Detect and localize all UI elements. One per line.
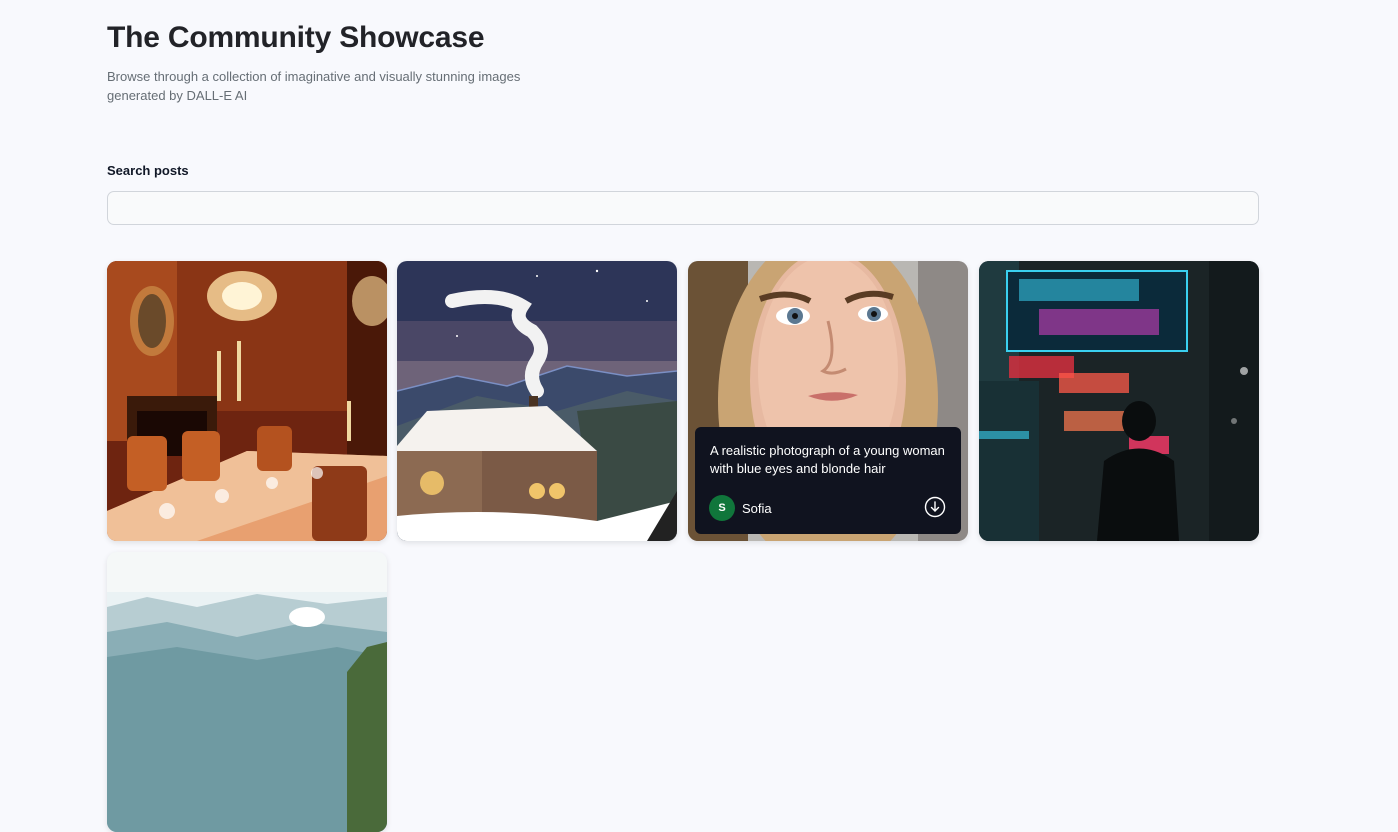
post-card[interactable] [397, 261, 677, 541]
post-info-overlay: A realistic photograph of a young woman … [695, 427, 961, 534]
post-image-mountain-landscape [107, 552, 387, 832]
search-input[interactable] [107, 191, 1259, 225]
post-card[interactable]: A realistic photograph of a young woman … [688, 261, 968, 541]
post-author: S Sofia [709, 495, 772, 521]
post-card[interactable] [107, 552, 387, 832]
page-subtitle: Browse through a collection of imaginati… [107, 69, 521, 103]
search-label: Search posts [107, 163, 189, 178]
post-card[interactable] [979, 261, 1259, 541]
download-icon[interactable] [924, 496, 946, 518]
post-image-neon-street [979, 261, 1259, 541]
avatar: S [709, 495, 735, 521]
post-image-snowy-cabin [397, 261, 677, 541]
page-title: The Community Showcase [107, 21, 485, 54]
post-card[interactable] [107, 261, 387, 541]
author-name: Sofia [742, 500, 772, 516]
post-image-dining-room [107, 261, 387, 541]
post-prompt: A realistic photograph of a young woman … [710, 443, 945, 476]
